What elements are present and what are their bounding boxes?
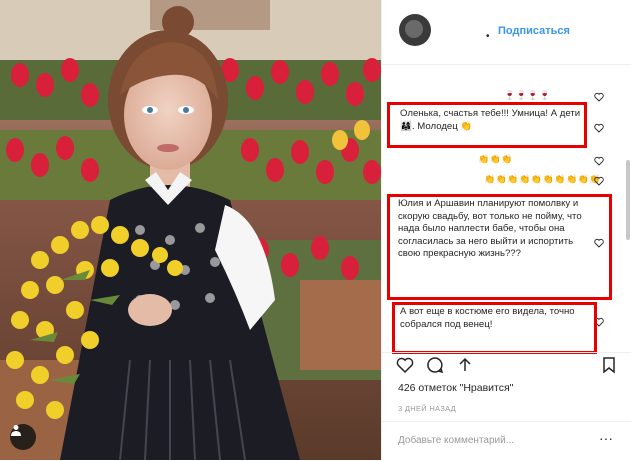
comment-input[interactable]	[398, 432, 584, 448]
heart-icon[interactable]	[594, 176, 604, 186]
comment-icon[interactable]	[426, 356, 444, 374]
comments-scrollbar[interactable]	[626, 160, 630, 240]
post-window: • Подписаться 🍷🍷🍷🍷 Оленька, счастья тебе…	[0, 0, 631, 460]
comments-list: 🍷🍷🍷🍷 Оленька, счастья тебе!!! Умница! А …	[382, 70, 618, 390]
post-photo[interactable]	[0, 0, 381, 460]
bookmark-icon[interactable]	[600, 356, 618, 374]
action-bar	[382, 352, 631, 377]
comment-text: 🍷🍷🍷🍷	[504, 90, 551, 100]
follow-button[interactable]: Подписаться	[498, 25, 570, 37]
avatar[interactable]	[399, 14, 431, 46]
post-side-panel: • Подписаться 🍷🍷🍷🍷 Оленька, счастья тебе…	[381, 0, 631, 460]
comment-text: 👏👏👏👏👏👏👏👏👏👏	[484, 174, 602, 184]
header-separator-dot: •	[486, 31, 490, 42]
user-tag-icon	[11, 425, 21, 436]
heart-icon[interactable]	[594, 123, 604, 133]
highlight-box	[392, 302, 597, 354]
highlight-box	[387, 194, 612, 300]
more-options-button[interactable]: ···	[596, 431, 616, 447]
highlight-box	[387, 102, 587, 148]
heart-icon[interactable]	[594, 156, 604, 166]
photo-illustration	[0, 0, 381, 460]
heart-icon[interactable]	[594, 92, 604, 102]
user-tag-button[interactable]	[10, 424, 36, 450]
share-icon[interactable]	[456, 356, 474, 374]
post-timestamp[interactable]: 3 ДНЕЙ НАЗАД	[398, 404, 456, 413]
heart-icon[interactable]	[396, 356, 414, 374]
likes-count[interactable]: 426 отметок "Нравится"	[398, 382, 513, 394]
post-header: • Подписаться	[382, 0, 631, 65]
comment-text: 👏👏👏	[478, 154, 514, 164]
